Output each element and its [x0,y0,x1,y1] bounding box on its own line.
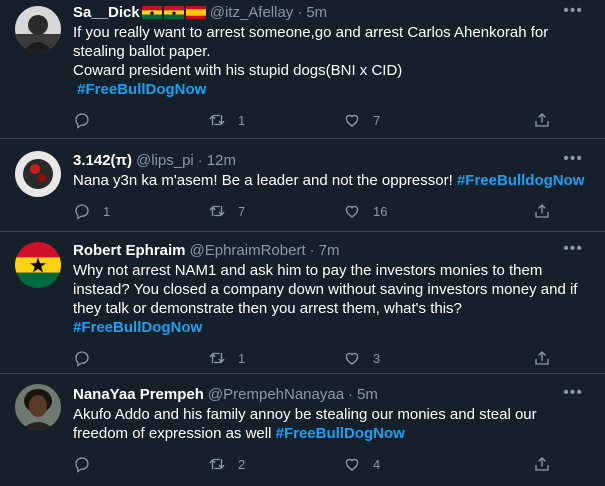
tweet-header: 3.142(π) @lips_pi · 12m [73,152,591,169]
spain-flag-icon [185,6,206,19]
reply-button[interactable] [73,111,208,129]
user-handle[interactable]: @lips_pi [136,152,194,169]
tweet-feed: Sa__Dick @itz_Afellay · 5m ••• If you re… [0,0,605,486]
avatar[interactable] [15,6,61,52]
reply-button[interactable] [73,455,208,473]
tweet-text: If you really want to arrest someone,go … [73,23,591,99]
like-count: 3 [373,350,381,366]
share-button[interactable] [533,455,563,473]
tweet-header: Robert Ephraim @EphraimRobert · 7m [73,242,591,259]
separator-dot: · [348,386,354,403]
retweet-icon [209,205,225,217]
avatar[interactable] [15,242,61,288]
timestamp[interactable]: 7m [319,242,340,259]
tweet-text-content: Why not arrest NAM1 and ask him to pay t… [73,262,578,317]
share-icon [535,113,549,127]
tweet-header: Sa__Dick @itz_Afellay · 5m [73,4,591,21]
tweet[interactable]: 3.142(π) @lips_pi · 12m ••• Nana y3n ka … [0,139,605,232]
reply-button[interactable]: 1 [73,202,208,220]
like-button[interactable]: 4 [343,455,478,473]
retweet-icon [209,114,225,126]
share-button[interactable] [533,349,563,367]
timestamp[interactable]: 12m [207,152,236,169]
tweet-header: NanaYaa Prempeh @PrempehNanayaa · 5m [73,386,591,403]
hashtag-link[interactable]: #FreeBullDogNow [73,319,202,336]
reply-icon [75,457,89,473]
more-options-icon[interactable]: ••• [563,240,583,258]
share-button[interactable] [533,111,563,129]
retweet-count: 7 [238,203,246,219]
retweet-count: 1 [238,112,246,128]
separator-dot: · [197,152,203,169]
ghana-flag-icon [163,6,184,19]
display-name[interactable]: NanaYaa Prempeh [73,386,204,403]
tweet[interactable]: NanaYaa Prempeh @PrempehNanayaa · 5m •••… [0,374,605,486]
reply-count: 1 [103,203,111,219]
retweet-button[interactable]: 2 [208,455,343,473]
like-button[interactable]: 16 [343,202,478,220]
ghana-flag-avatar-icon [15,242,61,288]
reply-icon [75,351,89,367]
ghana-flag-icon [141,6,162,19]
more-options-icon[interactable]: ••• [563,150,583,168]
avatar[interactable] [15,151,61,197]
timestamp[interactable]: 5m [306,4,327,21]
like-button[interactable]: 7 [343,111,478,129]
user-handle[interactable]: @itz_Afellay [210,4,294,21]
tweet-text-content: Nana y3n ka m'asem! Be a leader and not … [73,172,453,189]
like-count: 4 [373,456,381,472]
display-name[interactable]: 3.142(π) [73,152,132,169]
tweet-actions: 1 3 [73,349,591,367]
more-options-icon[interactable]: ••• [563,2,583,20]
tweet-text: Nana y3n ka m'asem! Be a leader and not … [73,171,591,190]
retweet-button[interactable]: 7 [208,202,343,220]
avatar[interactable] [15,384,61,430]
reply-button[interactable] [73,349,208,367]
tweet-actions: 2 4 [73,455,591,473]
display-name[interactable]: Robert Ephraim [73,242,186,259]
share-icon [535,351,549,365]
reply-icon [75,204,89,220]
heart-icon [345,352,359,365]
retweet-count: 1 [238,350,246,366]
timestamp[interactable]: 5m [357,386,378,403]
separator-dot: · [309,242,315,259]
retweet-button[interactable]: 1 [208,111,343,129]
heart-icon [345,205,359,218]
hashtag-link[interactable]: #FreeBullDogNow [276,425,405,442]
tweet-actions: 1 7 [73,111,591,129]
retweet-count: 2 [238,456,246,472]
user-handle[interactable]: @EphraimRobert [190,242,306,259]
hashtag-link[interactable]: #FreeBulldogNow [457,172,585,189]
share-icon [535,457,549,471]
tweet[interactable]: Sa__Dick @itz_Afellay · 5m ••• If you re… [0,0,605,139]
separator-dot: · [297,4,303,21]
more-options-icon[interactable]: ••• [563,384,583,402]
like-count: 16 [373,203,388,219]
tweet-text: Akufo Addo and his family annoy be steal… [73,405,591,443]
tweet-text: Why not arrest NAM1 and ask him to pay t… [73,261,591,337]
heart-icon [345,458,359,471]
retweet-button[interactable]: 1 [208,349,343,367]
display-name[interactable]: Sa__Dick [73,4,140,21]
like-count: 7 [373,112,381,128]
tweet[interactable]: Robert Ephraim @EphraimRobert · 7m ••• W… [0,232,605,374]
hashtag-link[interactable]: #FreeBullDogNow [77,81,206,98]
user-handle[interactable]: @PrempehNanayaa [208,386,344,403]
tweet-actions: 1 7 16 [73,202,591,220]
heart-icon [345,114,359,127]
share-icon [535,204,549,218]
tweet-text-line: If you really want to arrest someone,go … [73,24,549,60]
retweet-icon [209,458,225,470]
tweet-text-line: Coward president with his stupid dogs(BN… [73,62,403,79]
retweet-icon [209,352,225,364]
share-button[interactable] [533,202,563,220]
like-button[interactable]: 3 [343,349,478,367]
reply-icon [75,113,89,129]
